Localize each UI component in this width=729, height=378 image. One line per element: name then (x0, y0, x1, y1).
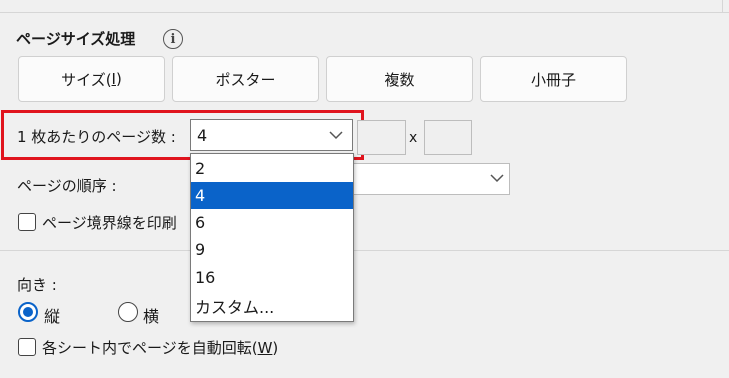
portrait-radio[interactable] (18, 302, 38, 322)
pages-per-sheet-label: 1 枚あたりのページ数 : (17, 128, 176, 146)
page-order-label: ページの順序 : (17, 177, 117, 195)
tab-size[interactable]: サイズ(I) (18, 56, 165, 102)
pages-per-sheet-dropdown: 2 4 6 9 16 カスタム... (190, 153, 354, 322)
rows-input[interactable] (424, 120, 472, 155)
page-border-label: ページ境界線を印刷 (42, 214, 177, 232)
section-title: ページサイズ処理 (16, 30, 136, 48)
dropdown-option-9[interactable]: 9 (191, 236, 353, 263)
top-divider (0, 0, 729, 13)
tab-multiple[interactable]: 複数 (326, 56, 473, 102)
chevron-down-icon[interactable] (320, 120, 352, 150)
tab-size-label: サイズ( (61, 70, 112, 89)
chevron-down-icon[interactable] (487, 168, 507, 188)
dropdown-option-custom[interactable]: カスタム... (191, 292, 353, 319)
page-border-checkbox[interactable] (18, 213, 36, 231)
auto-rotate-accel: W (257, 339, 273, 357)
tab-booklet-label: 小冊子 (530, 70, 576, 89)
dropdown-option-2[interactable]: 2 (191, 155, 353, 182)
landscape-label: 横 (143, 307, 160, 326)
portrait-label: 縦 (44, 307, 61, 326)
info-icon[interactable]: i (163, 29, 183, 49)
dropdown-option-4[interactable]: 4 (191, 182, 353, 209)
tab-size-suffix: ) (115, 70, 122, 88)
pages-per-sheet-value: 4 (197, 125, 208, 145)
vertical-divider (722, 0, 723, 13)
dropdown-option-6[interactable]: 6 (191, 209, 353, 236)
times-label: x (409, 130, 418, 146)
tab-booklet[interactable]: 小冊子 (480, 56, 627, 102)
auto-rotate-suffix: ) (272, 339, 279, 357)
auto-rotate-checkbox[interactable] (18, 338, 36, 356)
columns-input[interactable] (357, 120, 406, 155)
auto-rotate-label: 各シート内でページを自動回転(W) (42, 337, 278, 358)
tab-multiple-label: 複数 (384, 70, 415, 89)
orientation-label: 向き : (17, 276, 57, 294)
landscape-radio[interactable] (118, 302, 138, 322)
section-divider (0, 250, 729, 251)
tab-poster-label: ポスター (215, 70, 276, 89)
dropdown-option-16[interactable]: 16 (191, 264, 353, 291)
tab-poster[interactable]: ポスター (172, 56, 319, 102)
auto-rotate-text: 各シート内でページを自動回転( (42, 339, 258, 357)
